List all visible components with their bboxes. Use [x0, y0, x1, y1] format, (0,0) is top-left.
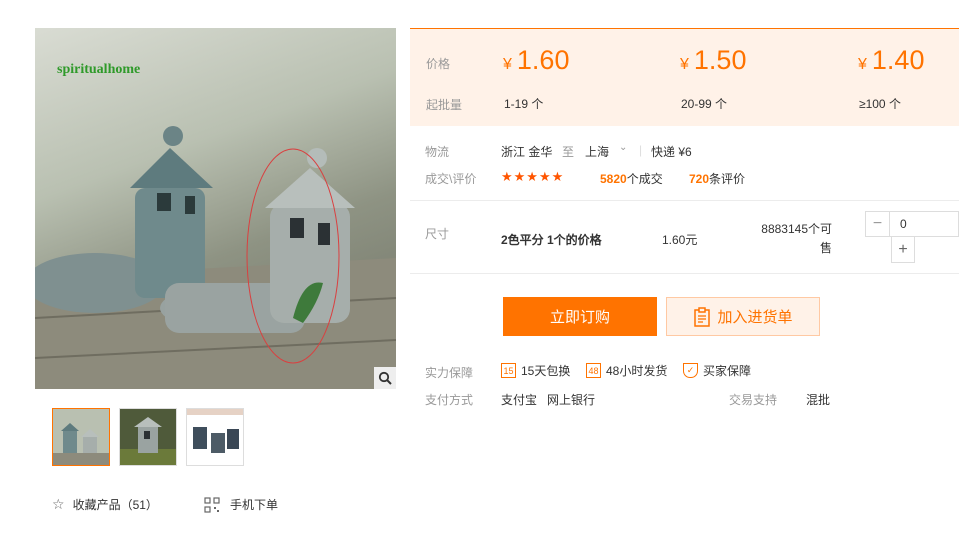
star-outline-icon: ☆: [52, 496, 65, 512]
thumbnail-1[interactable]: [52, 408, 110, 466]
thumbnail-3[interactable]: [186, 408, 244, 466]
zoom-button[interactable]: [374, 367, 396, 389]
svg-text:spiritualhome: spiritualhome: [57, 62, 140, 77]
size-label: 尺寸: [425, 227, 450, 241]
separator: |: [639, 143, 643, 157]
quantity-input[interactable]: [890, 212, 958, 236]
payment-methods: 支付宝 网上银行: [501, 393, 596, 407]
increment-button[interactable]: +: [891, 237, 915, 263]
guarantee-label: 实力保障: [425, 366, 474, 380]
rating-stars: ★★★★★: [501, 169, 565, 184]
thumbnail-image: [120, 409, 176, 465]
sku-stock: 8883145个可售: [761, 222, 832, 255]
ship-to-word: 至: [562, 145, 575, 159]
quantity-stepper: −: [865, 211, 959, 237]
deals-label: 成交\评价: [425, 172, 477, 186]
qty-tier-1: 1-19 个: [504, 97, 544, 111]
guarantee-item: ✓ 买家保障: [683, 362, 751, 379]
product-photo: spiritualhome: [35, 62, 396, 389]
add-to-cart-button[interactable]: 加入进货单: [666, 297, 820, 336]
favorite-label: 收藏产品（51）: [72, 498, 158, 512]
guarantee-item: 48 48小时发货: [586, 362, 667, 379]
clock-48-icon: 48: [586, 363, 601, 378]
trade-support-value: 混批: [806, 393, 831, 407]
mobile-order-label: 手机下单: [230, 498, 279, 512]
main-product-image[interactable]: spiritualhome: [35, 28, 396, 389]
calendar-icon: 15: [501, 363, 516, 378]
price-tier-1: ¥ 1.60: [503, 45, 570, 75]
qr-code-icon: [204, 496, 220, 513]
payment-label: 支付方式: [425, 393, 474, 407]
thumbnail-strip: [52, 408, 244, 466]
trade-support-label: 交易支持: [729, 393, 778, 407]
price-tier-2: ¥ 1.50: [680, 45, 747, 75]
qty-tier-3: ≥100 个: [859, 97, 901, 111]
chevron-down-icon[interactable]: ⌄: [619, 142, 627, 153]
divider: [410, 200, 959, 201]
decrement-button[interactable]: −: [866, 212, 890, 236]
order-now-button[interactable]: 立即订购: [503, 297, 657, 336]
sku-name: 2色平分 1个的价格: [501, 233, 602, 247]
qty-tier-2: 20-99 个: [681, 97, 728, 111]
thumbnail-image: [53, 409, 109, 465]
ship-to-select[interactable]: 上海: [585, 143, 609, 160]
clipboard-icon: [694, 306, 711, 327]
shipping-fee: 快递 ¥6: [651, 145, 692, 159]
thumbnail-image: [187, 409, 243, 465]
ship-from: 浙江 金华: [501, 145, 553, 159]
add-to-cart-label: 加入进货单: [717, 309, 793, 326]
orders-count-link[interactable]: 5820个成交: [600, 170, 663, 187]
price-panel: 价格 起批量 ¥ 1.60 ¥ 1.50 ¥ 1.40 1-19 个 20-99…: [410, 28, 959, 126]
shield-icon: ✓: [683, 363, 698, 378]
thumbnail-2[interactable]: [119, 408, 177, 466]
guarantee-item: 15 15天包换: [501, 362, 570, 379]
mobile-order-link[interactable]: 手机下单: [204, 496, 278, 513]
divider: [410, 273, 959, 274]
moq-label: 起批量: [426, 98, 463, 112]
reviews-count-link[interactable]: 720条评价: [689, 170, 745, 187]
price-tier-3: ¥ 1.40: [858, 45, 925, 75]
sku-price: 1.60元: [662, 233, 698, 247]
price-label: 价格: [426, 57, 451, 71]
logistics-label: 物流: [425, 145, 450, 159]
magnifier-icon: [378, 371, 392, 385]
favorite-product-link[interactable]: ☆ 收藏产品（51）: [52, 496, 158, 513]
